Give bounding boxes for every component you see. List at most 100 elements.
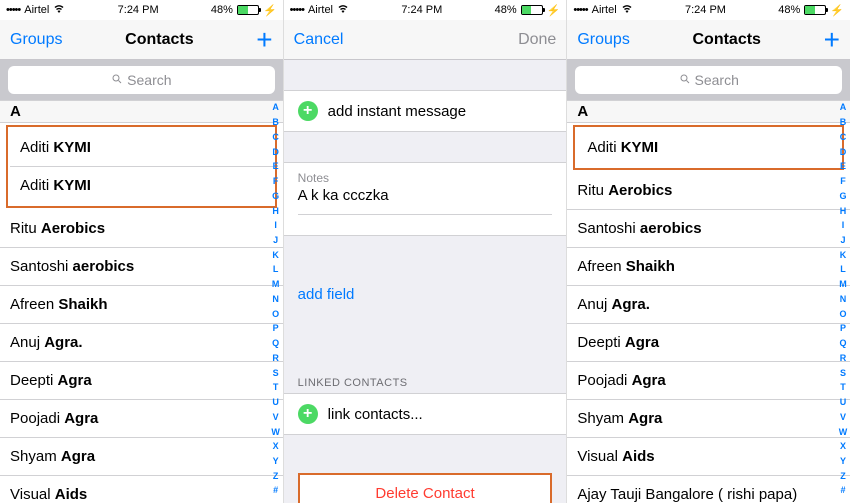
index-letter[interactable]: S [840, 368, 846, 378]
index-letter[interactable]: # [273, 485, 278, 495]
index-letter[interactable]: B [272, 117, 279, 127]
add-field-row[interactable]: add field [284, 276, 567, 313]
contact-row[interactable]: Afreen Shaikh [567, 248, 850, 286]
index-letter[interactable]: H [272, 206, 279, 216]
contact-row[interactable]: Shyam Agra [567, 400, 850, 438]
add-field-label: add field [298, 286, 355, 303]
cancel-button[interactable]: Cancel [294, 31, 344, 49]
index-letter[interactable]: O [272, 309, 279, 319]
carrier-label: Airtel [308, 4, 333, 16]
contact-row[interactable]: Ritu Aerobics [567, 172, 850, 210]
index-letter[interactable]: H [840, 206, 847, 216]
groups-button[interactable]: Groups [10, 31, 62, 49]
index-letter[interactable]: I [274, 220, 277, 230]
index-letter[interactable]: G [840, 191, 847, 201]
index-letter[interactable]: E [840, 161, 846, 171]
index-letter[interactable]: D [840, 147, 847, 157]
search-input[interactable]: Search [575, 66, 842, 94]
alpha-index-strip[interactable]: ABCDEFGHIJKLMNOPQRSTUVWXYZ # [269, 100, 283, 498]
index-letter[interactable]: V [273, 412, 279, 422]
index-letter[interactable]: W [271, 427, 280, 437]
delete-contact-button[interactable]: Delete Contact [300, 475, 551, 503]
battery-icon [804, 5, 826, 15]
index-letter[interactable]: Z [273, 471, 279, 481]
index-letter[interactable]: L [840, 264, 846, 274]
index-letter[interactable]: A [272, 102, 279, 112]
index-letter[interactable]: T [273, 382, 279, 392]
index-letter[interactable]: P [273, 323, 279, 333]
index-letter[interactable]: U [272, 397, 279, 407]
index-letter[interactable]: Q [840, 338, 847, 348]
section-header-a: A [567, 100, 850, 123]
charging-icon: ⚡ [263, 4, 277, 17]
index-letter[interactable]: G [272, 191, 279, 201]
index-letter[interactable]: C [272, 132, 279, 142]
contact-row[interactable]: Shyam Agra [0, 438, 283, 476]
index-letter[interactable]: U [840, 397, 847, 407]
index-letter[interactable]: R [272, 353, 279, 363]
index-letter[interactable]: K [272, 250, 279, 260]
add-instant-message-row[interactable]: + add instant message [284, 90, 567, 132]
index-letter[interactable]: Y [273, 456, 279, 466]
contact-row[interactable]: Afreen Shaikh [0, 286, 283, 324]
index-letter[interactable]: P [840, 323, 846, 333]
index-letter[interactable]: X [273, 441, 279, 451]
index-letter[interactable]: W [839, 427, 848, 437]
search-input[interactable]: Search [8, 66, 275, 94]
charging-icon: ⚡ [830, 4, 844, 17]
groups-button[interactable]: Groups [577, 31, 629, 49]
add-contact-button[interactable]: + [256, 26, 272, 54]
contact-row[interactable]: Poojadi Agra [0, 400, 283, 438]
alpha-index-strip[interactable]: ABCDEFGHIJKLMNOPQRSTUVWXYZ # [836, 100, 850, 498]
index-letter[interactable]: M [272, 279, 280, 289]
done-button[interactable]: Done [518, 31, 556, 49]
clock-label: 7:24 PM [401, 4, 442, 16]
battery-percent: 48% [495, 4, 517, 16]
contact-row[interactable]: Aditi KYMI [10, 129, 273, 167]
carrier-label: Airtel [592, 4, 617, 16]
index-letter[interactable]: L [273, 264, 279, 274]
add-contact-button[interactable]: + [824, 26, 840, 54]
index-letter[interactable]: T [840, 382, 846, 392]
index-letter[interactable]: R [840, 353, 847, 363]
index-letter[interactable]: F [273, 176, 279, 186]
index-letter[interactable]: O [840, 309, 847, 319]
contact-row[interactable]: Deepti Agra [0, 362, 283, 400]
index-letter[interactable]: I [842, 220, 845, 230]
index-letter[interactable]: Y [840, 456, 846, 466]
index-letter[interactable]: F [840, 176, 846, 186]
index-letter[interactable]: # [841, 485, 846, 495]
contact-row[interactable]: Poojadi Agra [567, 362, 850, 400]
index-letter[interactable]: A [840, 102, 847, 112]
link-contacts-row[interactable]: + link contacts... [284, 393, 567, 435]
contact-row[interactable]: Aditi KYMI [10, 167, 273, 204]
index-letter[interactable]: J [273, 235, 278, 245]
contact-row[interactable]: Anuj Agra. [0, 324, 283, 362]
index-letter[interactable]: Z [840, 471, 846, 481]
index-letter[interactable]: C [840, 132, 847, 142]
index-letter[interactable]: K [840, 250, 847, 260]
index-letter[interactable]: J [841, 235, 846, 245]
contact-row[interactable]: Aditi KYMI [577, 129, 840, 166]
contact-row[interactable]: Visual Aids [567, 438, 850, 476]
contact-row[interactable]: Visual Aids [0, 476, 283, 503]
contact-row[interactable]: Deepti Agra [567, 324, 850, 362]
contact-row[interactable]: Santoshi aerobics [567, 210, 850, 248]
index-letter[interactable]: V [840, 412, 846, 422]
index-letter[interactable]: N [840, 294, 847, 304]
index-letter[interactable]: B [840, 117, 847, 127]
add-icon: + [298, 101, 318, 121]
contact-row[interactable]: Ajay Tauji Bangalore ( rishi papa) [567, 476, 850, 503]
contact-row[interactable]: Anuj Agra. [567, 286, 850, 324]
index-letter[interactable]: N [272, 294, 279, 304]
index-letter[interactable]: E [273, 161, 279, 171]
index-letter[interactable]: M [839, 279, 847, 289]
contact-row[interactable]: Santoshi aerobics [0, 248, 283, 286]
index-letter[interactable]: D [272, 147, 279, 157]
index-letter[interactable]: X [840, 441, 846, 451]
index-letter[interactable]: Q [272, 338, 279, 348]
battery-percent: 48% [778, 4, 800, 16]
contact-row[interactable]: Ritu Aerobics [0, 210, 283, 248]
notes-field[interactable]: Notes A k ka ccczka [284, 162, 567, 236]
index-letter[interactable]: S [273, 368, 279, 378]
